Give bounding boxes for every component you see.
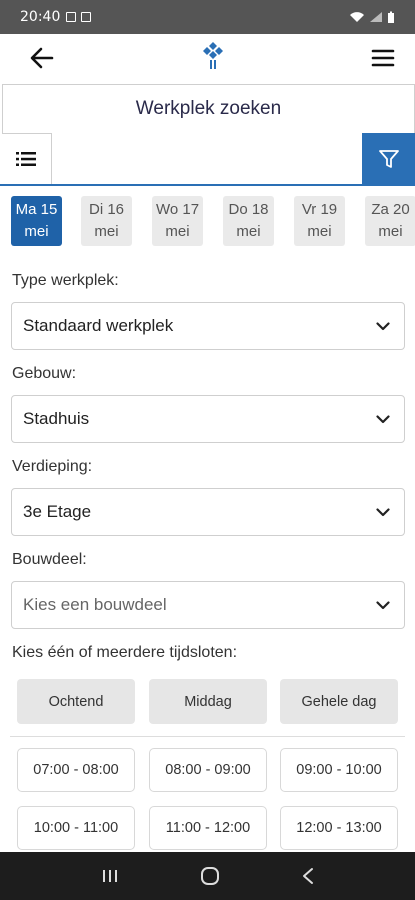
date-chip-day: Vr 19 (301, 201, 338, 218)
battery-icon (388, 11, 394, 23)
date-chip-month: mei (94, 223, 119, 240)
search-row (0, 133, 415, 186)
notification-icon (66, 12, 77, 22)
filter-icon (378, 149, 399, 168)
chevron-down-icon (376, 414, 390, 423)
timeslot-button[interactable]: 09:00 - 10:00 (280, 748, 398, 792)
date-strip: Ma 15 mei Di 16 mei Wo 17 mei Do 18 mei … (11, 196, 415, 248)
date-chip-do-18[interactable]: Do 18 mei (223, 196, 274, 246)
date-chip-za-20[interactable]: Za 20 mei (365, 196, 415, 246)
signal-icon (370, 12, 382, 22)
timeslot-label: Kies één of meerdere tijdsloten: (12, 644, 238, 661)
timeslot-button[interactable]: 11:00 - 12:00 (149, 806, 267, 850)
filter-button[interactable] (362, 133, 415, 184)
status-bar: 20:40 (0, 0, 415, 34)
chevron-down-icon (376, 600, 390, 609)
type-werkplek-value: Standaard werkplek (23, 316, 174, 335)
type-werkplek-label: Type werkplek: (12, 272, 119, 289)
chevron-down-icon (376, 507, 390, 516)
date-chip-day: Ma 15 (15, 201, 58, 218)
recent-apps-icon[interactable] (101, 868, 119, 884)
status-icons (349, 11, 395, 24)
date-chip-day: Di 16 (88, 201, 125, 218)
home-icon[interactable] (200, 866, 220, 886)
wifi-icon (350, 12, 364, 22)
date-chip-vr-19[interactable]: Vr 19 mei (294, 196, 345, 246)
date-chip-month: mei (24, 223, 49, 240)
chevron-down-icon (376, 321, 390, 330)
arrow-left-icon[interactable] (28, 44, 56, 72)
date-chip-day: Wo 17 (155, 201, 200, 218)
timeslot-button[interactable]: 12:00 - 13:00 (280, 806, 398, 850)
page-title: Werkplek zoeken (135, 98, 282, 119)
list-icon (15, 151, 36, 166)
date-chip-wo-17[interactable]: Wo 17 mei (152, 196, 203, 246)
timeslot-button[interactable]: 07:00 - 08:00 (17, 748, 135, 792)
date-chip-month: mei (307, 223, 332, 240)
period-gehele-dag-button[interactable]: Gehele dag (280, 679, 398, 724)
gebouw-label: Gebouw: (12, 365, 77, 382)
date-chip-month: mei (378, 223, 403, 240)
date-chip-day: Do 18 (228, 201, 269, 218)
date-chip-di-16[interactable]: Di 16 mei (81, 196, 132, 246)
back-nav-icon[interactable] (301, 867, 315, 885)
list-view-button[interactable] (0, 133, 52, 184)
gallery-icon (81, 12, 92, 22)
date-chip-ma-15[interactable]: Ma 15 mei (11, 196, 62, 246)
search-input[interactable] (52, 133, 362, 184)
app-header (0, 34, 415, 82)
period-ochtend-button[interactable]: Ochtend (17, 679, 135, 724)
verdieping-label: Verdieping: (12, 458, 93, 475)
bouwdeel-select[interactable]: Kies een bouwdeel (11, 581, 405, 629)
bouwdeel-label: Bouwdeel: (12, 551, 87, 568)
notification-icons (66, 12, 92, 22)
hamburger-menu-icon[interactable] (369, 44, 397, 72)
period-middag-button[interactable]: Middag (149, 679, 267, 724)
brand-logo-icon (199, 41, 227, 76)
gebouw-value: Stadhuis (23, 409, 90, 428)
verdieping-select[interactable]: 3e Etage (11, 488, 405, 536)
timeslot-button[interactable]: 08:00 - 09:00 (149, 748, 267, 792)
divider (10, 736, 405, 737)
bouwdeel-placeholder: Kies een bouwdeel (23, 595, 167, 614)
timeslot-button[interactable]: 10:00 - 11:00 (17, 806, 135, 850)
type-werkplek-select[interactable]: Standaard werkplek (11, 302, 405, 350)
page-title-bar: Werkplek zoeken (2, 84, 415, 134)
date-chip-month: mei (236, 223, 261, 240)
gebouw-select[interactable]: Stadhuis (11, 395, 405, 443)
status-time: 20:40 (20, 9, 61, 25)
date-chip-day: Za 20 (371, 201, 410, 218)
android-nav-bar (0, 852, 415, 900)
date-chip-month: mei (165, 223, 190, 240)
verdieping-value: 3e Etage (23, 502, 92, 521)
